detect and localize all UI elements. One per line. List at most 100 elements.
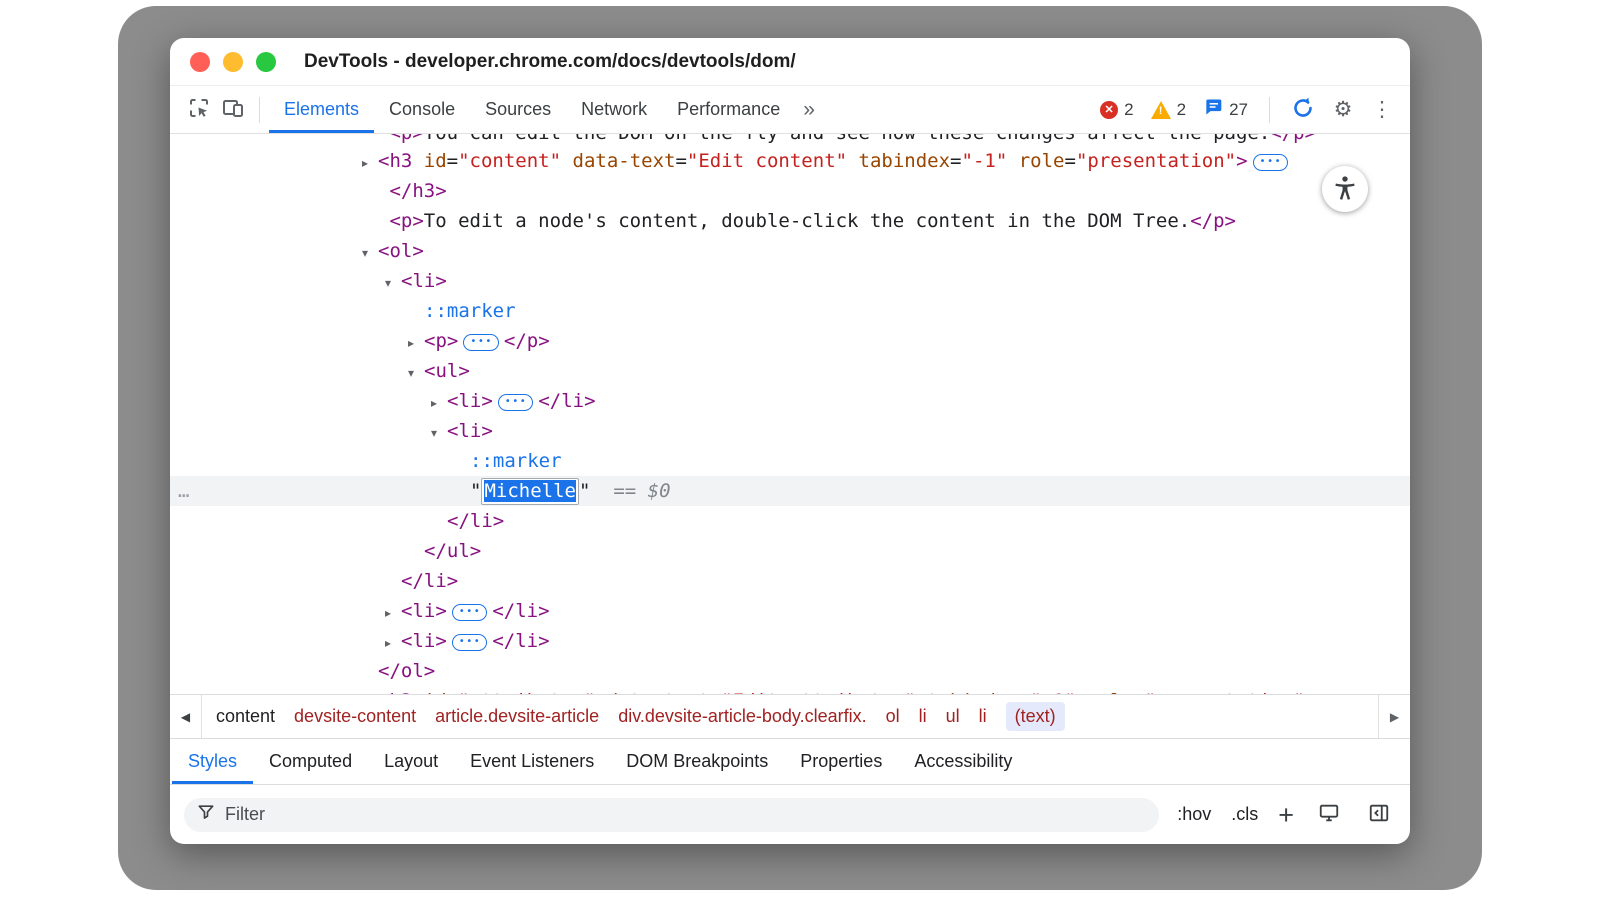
breadcrumb-item[interactable]: li <box>919 706 927 727</box>
sync-icon <box>1291 96 1315 123</box>
dom-tree-line[interactable]: </li> <box>170 566 1410 596</box>
expand-arrow[interactable]: ▸ <box>385 628 401 658</box>
tab-network[interactable]: Network <box>566 86 662 133</box>
filter-input[interactable] <box>225 804 1147 825</box>
overflow-menu-button[interactable]: ⋮ <box>1366 94 1398 126</box>
dom-tree-line[interactable]: ▸<p>•••</p> <box>170 326 1410 356</box>
dom-tree-line[interactable]: <p>To edit a node's content, double-clic… <box>170 206 1410 236</box>
tab-elements[interactable]: Elements <box>269 86 374 133</box>
arrow-spacer <box>408 298 424 328</box>
tab-dom-breakpoints[interactable]: DOM Breakpoints <box>610 739 784 784</box>
breadcrumb: ◀ content devsite-content article.devsite-… <box>170 694 1410 738</box>
expand-arrow[interactable]: ▾ <box>431 418 447 448</box>
collapsed-content-button[interactable]: ••• <box>498 394 534 411</box>
dom-tree-line[interactable]: ▾<ul> <box>170 356 1410 386</box>
issues-icon <box>1203 97 1223 122</box>
dom-tree-line[interactable]: ::marker <box>170 446 1410 476</box>
dom-tree-line[interactable]: ▸<h3 id="attributes" data-text="Edit att… <box>170 686 1410 694</box>
devtools-toolbar: ElementsConsoleSourcesNetworkPerformance… <box>170 86 1410 134</box>
tab-layout[interactable]: Layout <box>368 739 454 784</box>
inspect-element-button[interactable] <box>182 93 216 127</box>
class-toggle-button[interactable]: .cls <box>1229 804 1260 825</box>
dom-tree-line[interactable]: </ul> <box>170 536 1410 566</box>
tab-performance[interactable]: Performance <box>662 86 795 133</box>
chevron-left-icon: ◀ <box>181 710 190 724</box>
tab-event-listeners[interactable]: Event Listeners <box>454 739 610 784</box>
gear-icon: ⚙ <box>1334 97 1353 122</box>
breadcrumb-back-button[interactable]: ◀ <box>170 695 202 738</box>
arrow-spacer <box>431 508 447 538</box>
rendering-emulations-button[interactable] <box>1312 798 1346 832</box>
warning-count: 2 <box>1177 100 1186 120</box>
expand-arrow[interactable]: ▸ <box>362 148 378 178</box>
settings-button[interactable]: ⚙ <box>1327 94 1359 126</box>
close-button[interactable] <box>190 52 210 72</box>
tab-sources[interactable]: Sources <box>470 86 566 133</box>
more-tabs-button[interactable]: » <box>795 98 823 122</box>
dom-tree-line[interactable]: ▾<li> <box>170 266 1410 296</box>
expand-arrow[interactable]: ▾ <box>385 268 401 298</box>
tab-properties[interactable]: Properties <box>784 739 898 784</box>
arrow-spacer <box>408 538 424 568</box>
breadcrumb-item[interactable]: ul <box>946 706 960 727</box>
expand-arrow[interactable]: ▾ <box>362 238 378 268</box>
dom-tree-line[interactable]: ▾<li> <box>170 416 1410 446</box>
collapsed-content-button[interactable]: ••• <box>1253 154 1289 171</box>
expand-arrow[interactable]: ▸ <box>362 688 378 694</box>
warning-badge[interactable]: ! 2 <box>1146 100 1191 120</box>
dom-tree-line[interactable]: ▸<li>•••</li> <box>170 386 1410 416</box>
dom-tree-line[interactable]: </h3> <box>170 176 1410 206</box>
accessibility-fab[interactable] <box>1322 166 1368 212</box>
collapsed-content-button[interactable]: ••• <box>463 334 499 351</box>
issues-count: 27 <box>1229 100 1248 120</box>
breadcrumb-forward-button[interactable]: ▶ <box>1378 695 1410 738</box>
expand-arrow[interactable]: ▸ <box>408 328 424 358</box>
chevron-right-icon: ▶ <box>1390 710 1399 724</box>
inline-edit-box[interactable]: Michelle <box>481 478 579 505</box>
error-badge[interactable]: ✕ 2 <box>1095 100 1138 120</box>
hover-state-button[interactable]: :hov <box>1175 804 1213 825</box>
devtools-window: DevTools - developer.chrome.com/docs/dev… <box>170 38 1410 844</box>
breadcrumb-item[interactable]: devsite-content <box>294 706 416 727</box>
collapsed-content-button[interactable]: ••• <box>452 634 488 651</box>
tab-accessibility[interactable]: Accessibility <box>898 739 1028 784</box>
arrow-spacer <box>454 448 470 478</box>
dom-tree-line[interactable]: ▾<ol> <box>170 236 1410 266</box>
dom-tree-line[interactable]: ▸<li>•••</li> <box>170 626 1410 656</box>
dom-tree-line[interactable]: </ol> <box>170 656 1410 686</box>
tab-styles[interactable]: Styles <box>172 739 253 784</box>
dock-sidebar-button[interactable] <box>1362 798 1396 832</box>
new-style-rule-button[interactable]: + <box>1276 805 1296 825</box>
dom-tree-line[interactable]: ▸<h3 id="content" data-text="Edit conten… <box>170 146 1410 176</box>
tab-console[interactable]: Console <box>374 86 470 133</box>
zoom-button[interactable] <box>256 52 276 72</box>
device-toolbar-button[interactable] <box>216 93 250 127</box>
sync-button[interactable] <box>1286 93 1320 127</box>
dom-tree-line[interactable]: … "Michelle" == $0 <box>170 476 1410 506</box>
arrow-spacer <box>362 208 378 238</box>
filter-input-wrap <box>184 798 1159 832</box>
breadcrumb-item[interactable]: div.devsite-article-body.clearfix. <box>618 706 866 727</box>
breadcrumb-item[interactable]: (text) <box>1006 702 1065 731</box>
issues-badge[interactable]: 27 <box>1198 97 1253 122</box>
arrow-spacer <box>362 658 378 688</box>
expand-arrow[interactable]: ▸ <box>385 598 401 628</box>
dom-tree-line[interactable]: <p>You can edit the DOM on the fly and s… <box>170 134 1410 146</box>
expand-arrow[interactable]: ▾ <box>408 358 424 388</box>
error-icon: ✕ <box>1100 101 1118 119</box>
collapsed-content-button[interactable]: ••• <box>452 604 488 621</box>
dom-tree-line[interactable]: ::marker <box>170 296 1410 326</box>
dom-tree-line[interactable]: </li> <box>170 506 1410 536</box>
dom-tree: <p>You can edit the DOM on the fly and s… <box>170 134 1410 694</box>
minimize-button[interactable] <box>223 52 243 72</box>
breadcrumb-item[interactable]: li <box>979 706 987 727</box>
tab-computed[interactable]: Computed <box>253 739 368 784</box>
more-tabs-icon: » <box>803 98 815 121</box>
expand-arrow[interactable]: ▸ <box>431 388 447 418</box>
breadcrumb-item[interactable]: article.devsite-article <box>435 706 599 727</box>
breadcrumb-item[interactable]: content <box>216 706 275 727</box>
breadcrumb-item[interactable]: ol <box>886 706 900 727</box>
dom-tree-line[interactable]: ▸<li>•••</li> <box>170 596 1410 626</box>
arrow-spacer <box>385 568 401 598</box>
kebab-menu-icon: ⋮ <box>1372 97 1393 122</box>
